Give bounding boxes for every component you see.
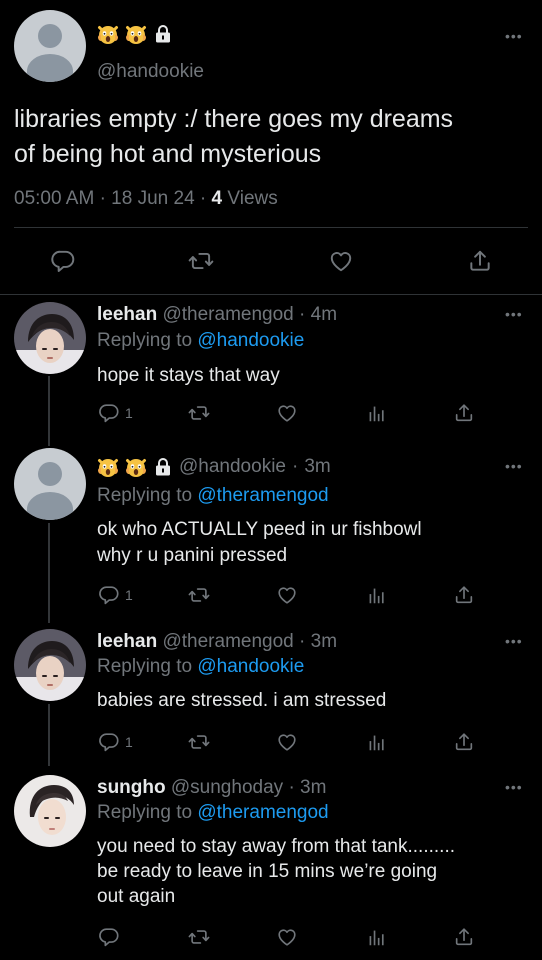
divider <box>14 227 528 228</box>
reply-author-handle[interactable]: @theramengod <box>162 631 293 652</box>
retweet-icon[interactable] <box>188 731 210 753</box>
tweet-meta: 05:00 AM · 18 Jun 24 · 4 Views <box>14 188 278 209</box>
reply-author-name[interactable]: leehan <box>97 304 157 325</box>
like-icon[interactable] <box>276 926 298 948</box>
scream-emoji-icon <box>125 457 147 478</box>
reply-author-handle[interactable]: @sunghoday <box>171 777 283 798</box>
retweet-icon[interactable] <box>188 248 214 274</box>
more-options-icon[interactable]: ••• <box>505 458 523 474</box>
like-icon[interactable] <box>328 248 354 274</box>
reply-avatar-leehan[interactable] <box>14 302 86 374</box>
reply-avatar-leehan[interactable] <box>14 629 86 701</box>
like-icon[interactable] <box>276 731 298 753</box>
replying-to-link[interactable]: @handookie <box>197 330 304 351</box>
replying-to: Replying to @theramengod <box>97 802 329 823</box>
reply-avatar-handookie[interactable] <box>14 448 86 520</box>
views-label[interactable]: Views <box>227 188 277 209</box>
reply-age: 4m <box>310 304 338 325</box>
reply-author-name[interactable]: sungho <box>97 777 166 798</box>
reply-text: ok who ACTUALLY peed in ur fishbowl why … <box>97 519 422 566</box>
reply-age: 3m <box>300 777 327 798</box>
share-icon[interactable] <box>453 584 475 606</box>
retweet-icon[interactable] <box>188 926 210 948</box>
reply-header: sungho @sunghoday · 3m <box>97 777 327 798</box>
replying-to: Replying to @theramengod <box>97 485 329 506</box>
reply-header: leehan @theramengod · 3m <box>97 631 338 652</box>
replying-to-link[interactable]: @theramengod <box>197 485 328 506</box>
tweet-text: libraries empty :/ there goes my dreams … <box>14 105 454 168</box>
replying-to: Replying to @handookie <box>97 656 305 677</box>
reply-age: 3m <box>304 456 331 477</box>
reply-icon[interactable] <box>98 584 120 606</box>
share-icon[interactable] <box>453 731 475 753</box>
replying-to-link[interactable]: @theramengod <box>197 802 328 823</box>
reply-author-name[interactable]: leehan <box>97 631 157 652</box>
reply-icon[interactable] <box>98 402 120 424</box>
more-options-icon[interactable]: ••• <box>505 633 523 649</box>
replying-to-link[interactable]: @handookie <box>197 656 304 677</box>
like-icon[interactable] <box>276 402 298 424</box>
reply-icon[interactable] <box>98 731 120 753</box>
views-count[interactable]: 4 <box>212 188 223 209</box>
tweet-time: 05:00 AM <box>14 188 95 209</box>
reply-count: 1 <box>125 405 133 421</box>
author-handle[interactable]: @handookie <box>97 61 204 83</box>
more-options-icon[interactable]: ••• <box>505 779 523 795</box>
divider <box>0 294 542 295</box>
more-options-icon[interactable]: ••• <box>505 28 523 44</box>
reply-action-bar: 1 <box>0 729 542 755</box>
views-icon[interactable] <box>365 584 387 606</box>
reply-action-bar <box>0 924 542 950</box>
reply-author-handle[interactable]: @theramengod <box>162 304 293 325</box>
views-icon[interactable] <box>365 926 387 948</box>
reply-action-bar: 1 <box>0 400 542 426</box>
reply-header: @handookie · 3m <box>97 454 331 480</box>
views-icon[interactable] <box>365 402 387 424</box>
thread-line <box>48 523 50 623</box>
reply-header: leehan @theramengod · 4m <box>97 304 338 325</box>
more-options-icon[interactable]: ••• <box>505 306 523 322</box>
reply-text: hope it stays that way <box>97 365 280 386</box>
author-display-name[interactable] <box>97 22 173 46</box>
retweet-icon[interactable] <box>188 402 210 424</box>
reply-count: 1 <box>125 587 133 603</box>
reply-age: 3m <box>310 631 338 652</box>
reply-icon[interactable] <box>98 926 120 948</box>
replying-to: Replying to @handookie <box>97 330 305 351</box>
views-icon[interactable] <box>365 731 387 753</box>
lock-icon <box>155 25 171 44</box>
main-action-bar <box>0 243 542 279</box>
share-icon[interactable] <box>453 402 475 424</box>
like-icon[interactable] <box>276 584 298 606</box>
share-icon[interactable] <box>453 926 475 948</box>
tweet-date: 18 Jun 24 <box>111 188 195 209</box>
share-icon[interactable] <box>467 248 493 274</box>
reply-action-bar: 1 <box>0 582 542 608</box>
scream-emoji-icon <box>125 24 147 45</box>
reply-text: you need to stay away from that tank....… <box>97 836 456 907</box>
main-tweet-avatar[interactable] <box>14 10 86 82</box>
reply-author-handle[interactable]: @handookie <box>179 456 286 478</box>
reply-icon[interactable] <box>50 248 76 274</box>
reply-text: babies are stressed. i am stressed <box>97 690 387 711</box>
lock-icon <box>155 458 171 477</box>
reply-count: 1 <box>125 734 133 750</box>
scream-emoji-icon <box>97 457 119 478</box>
retweet-icon[interactable] <box>188 584 210 606</box>
reply-avatar-sungho[interactable] <box>14 775 86 847</box>
scream-emoji-icon <box>97 24 119 45</box>
